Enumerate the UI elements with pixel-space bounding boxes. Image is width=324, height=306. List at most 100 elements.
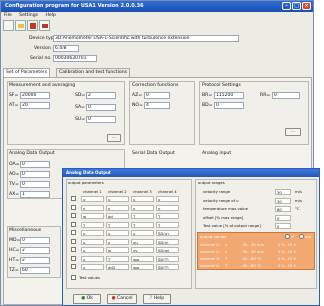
range-field[interactable]: 30 (275, 189, 291, 195)
sa-field[interactable]: 0 (86, 104, 116, 111)
device-icon[interactable] (39, 20, 50, 31)
tab-set-of-parameters[interactable]: Set of Parameters (3, 68, 51, 77)
param-cell[interactable]: ww (131, 264, 154, 270)
at-field[interactable]: 20 (20, 102, 50, 109)
param-cell[interactable]: SD(T) (156, 255, 179, 262)
analog-output-group-label: Analog Data Output (9, 151, 55, 156)
md-field[interactable]: 0 (20, 237, 50, 244)
tab-calibration[interactable]: Calibration and test functions (56, 68, 130, 77)
test-values-checkbox[interactable] (71, 275, 76, 280)
param-cell[interactable]: w (106, 247, 129, 253)
param-cell[interactable]: SD(w) (156, 247, 179, 253)
param-cell[interactable]: v (106, 204, 129, 211)
menu-help[interactable]: Help (45, 13, 55, 18)
row-checkbox[interactable] (71, 255, 76, 261)
minimize-icon[interactable]: – (282, 2, 291, 10)
param-cell[interactable]: w (81, 213, 104, 219)
param-cell[interactable]: u (81, 238, 104, 245)
param-cell[interactable]: u (106, 230, 129, 236)
tv-field[interactable]: 0 (20, 181, 50, 188)
param-cell[interactable]: T (81, 221, 104, 228)
az-field[interactable]: 0 (144, 92, 170, 99)
param-cell[interactable]: uu (131, 238, 154, 245)
param-cell[interactable]: T (131, 213, 154, 219)
param-cell[interactable]: u (81, 264, 104, 270)
save-icon[interactable] (27, 20, 38, 31)
range-field[interactable]: 30 (275, 197, 291, 204)
hc-field[interactable]: 2 (20, 247, 50, 254)
param-cell[interactable]: v (131, 204, 154, 211)
param-cell[interactable]: v (81, 204, 104, 211)
row-checkbox[interactable] (71, 196, 76, 201)
sf-field[interactable]: 20000 (20, 92, 50, 99)
param-cell[interactable]: SD(v) (156, 238, 179, 245)
param-cell[interactable]: u (156, 196, 179, 202)
output-p: u (225, 242, 228, 247)
br-field[interactable]: 115200 (214, 92, 244, 99)
param-cell[interactable]: ww (131, 255, 154, 262)
param-cell[interactable]: v (156, 204, 179, 211)
ht-field[interactable]: 2 (20, 257, 50, 264)
open-file-icon[interactable] (15, 20, 26, 31)
unit-ma-radio[interactable] (299, 234, 304, 239)
param-cell[interactable]: SD(T) (156, 264, 179, 270)
bd-field[interactable]: 0 (214, 102, 244, 109)
channel-2-header: channel 2 (108, 189, 127, 194)
menu-settings[interactable]: Settings (19, 13, 38, 18)
ok-button[interactable]: ● Ok (73, 294, 101, 304)
no-field[interactable]: 4 (144, 102, 170, 109)
close-icon[interactable]: × (302, 2, 311, 10)
protocol-more-button[interactable]: … (285, 128, 301, 136)
param-cell[interactable]: T (156, 221, 179, 228)
ao-field[interactable]: 0 (20, 171, 50, 178)
row-checkbox[interactable] (71, 264, 76, 269)
row-checkbox[interactable] (71, 221, 76, 227)
param-cell[interactable]: u (81, 230, 104, 236)
param-cell[interactable]: u (81, 255, 104, 262)
cancel-button[interactable]: ● Cancel (107, 294, 137, 304)
param-cell[interactable]: T (106, 255, 129, 262)
correction-group-label: Correction functions (132, 83, 179, 88)
ax-field[interactable]: 1 (20, 191, 50, 198)
param-cell[interactable]: T (156, 213, 179, 219)
param-cell[interactable]: T (106, 221, 129, 228)
row-checkbox[interactable] (71, 247, 76, 252)
misc-group-label: Miscellaneous (9, 228, 42, 233)
md-label: MD= (9, 238, 21, 243)
help-button[interactable]: ? Help (143, 294, 171, 304)
param-cell[interactable]: dd2 (106, 264, 129, 270)
row-checkbox[interactable] (71, 230, 76, 235)
row-checkbox[interactable] (71, 204, 76, 210)
param-cell[interactable]: u (131, 196, 154, 202)
tz-field[interactable]: 60 (20, 267, 50, 274)
param-cell[interactable]: vv (131, 247, 154, 253)
param-cell[interactable]: u (131, 230, 154, 236)
row-checkbox[interactable] (71, 238, 76, 244)
measurement-more-button[interactable]: … (107, 134, 121, 142)
maximize-icon[interactable]: □ (292, 2, 301, 10)
su-field[interactable]: 0 (86, 116, 116, 123)
menu-file[interactable]: File (4, 13, 12, 18)
param-cell[interactable]: v (106, 238, 129, 245)
param-cell[interactable]: u (106, 196, 129, 202)
unit-v-radio[interactable] (285, 234, 290, 239)
row-checkbox[interactable] (71, 213, 76, 218)
param-cell[interactable]: u (81, 196, 104, 202)
param-cell[interactable]: T (131, 221, 154, 228)
sd-field[interactable]: 2 (86, 92, 116, 99)
channel-1-header: channel 1 (83, 189, 102, 194)
range-field[interactable]: 0 (275, 223, 291, 229)
param-cell[interactable]: SD(u) (156, 230, 179, 236)
new-file-icon[interactable] (3, 20, 14, 31)
rr-field[interactable]: 0 (272, 92, 300, 99)
range-field[interactable]: 80 (275, 206, 291, 212)
az-label: AZ= (132, 93, 143, 98)
range-field[interactable]: 0 (275, 214, 291, 221)
param-cell[interactable]: dd (106, 213, 129, 219)
output-ch: channel 2: (200, 249, 220, 254)
oa-field[interactable]: 0 (20, 161, 50, 168)
output-ranges-label: output ranges (198, 180, 225, 185)
param-cell[interactable]: u (81, 247, 104, 253)
output-out: 0 V...10 V (278, 249, 296, 254)
title-bar: Configuration program for USA1 Version 2… (1, 1, 313, 12)
